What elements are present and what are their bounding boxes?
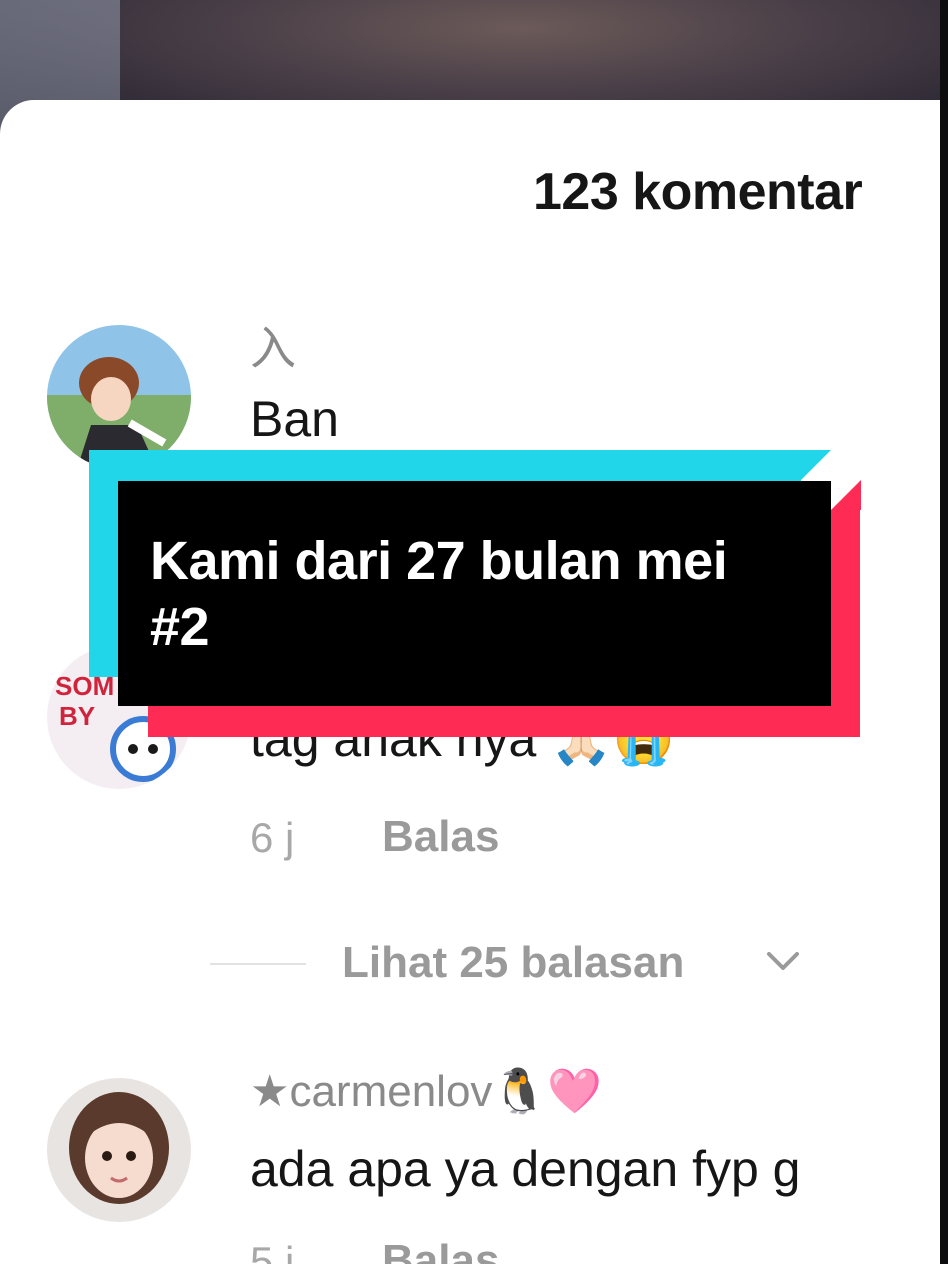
view-replies-button[interactable]: Lihat 25 balasan bbox=[342, 938, 812, 994]
divider bbox=[210, 963, 306, 965]
caption-line-1: Kami dari 27 bulan mei bbox=[150, 531, 728, 591]
comment-timestamp: 6 j bbox=[250, 814, 295, 861]
caption-cyan-corner bbox=[801, 450, 831, 480]
comment-text: ada apa ya dengan fyp g bbox=[250, 1141, 801, 1197]
edge-strip bbox=[940, 0, 948, 1264]
avatar[interactable] bbox=[47, 1078, 191, 1222]
caption-red-corner bbox=[831, 480, 861, 510]
reply-button[interactable]: Balas bbox=[382, 812, 499, 862]
comment-username[interactable]: ★carmenlov🐧🩷 bbox=[250, 1065, 602, 1117]
comment-username[interactable]: 入 bbox=[250, 312, 296, 378]
svg-text:BY: BY bbox=[59, 701, 95, 731]
chevron-down-icon bbox=[765, 950, 801, 979]
comment-timestamp: 5 j bbox=[250, 1238, 295, 1264]
reply-button[interactable]: Balas bbox=[382, 1236, 499, 1264]
avatar[interactable] bbox=[47, 325, 191, 469]
view-replies-label: Lihat 25 balasan bbox=[342, 938, 685, 987]
page-title: 123 komentar bbox=[533, 163, 863, 221]
caption-text: Kami dari 27 bulan mei #2 bbox=[150, 528, 810, 660]
comment-text: Ban bbox=[250, 391, 339, 447]
caption-line-2: #2 bbox=[150, 597, 210, 657]
